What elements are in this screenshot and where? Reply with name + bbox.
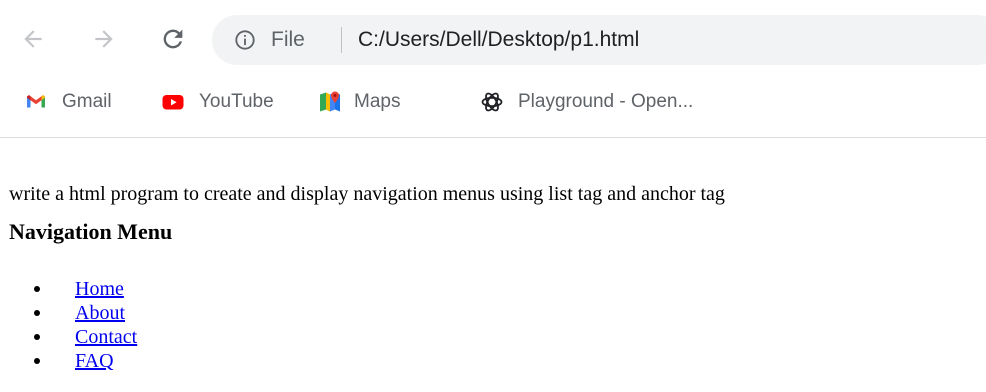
menu-item-about: About <box>0 301 137 325</box>
bookmarks-bar: Gmail YouTube Maps Playground - Open... <box>0 82 986 122</box>
scheme-label: File <box>271 28 305 51</box>
link-faq[interactable]: FAQ <box>75 350 114 372</box>
intro-text: write a html program to create and displ… <box>9 183 725 205</box>
page-content: write a html program to create and displ… <box>0 138 986 392</box>
link-contact[interactable]: Contact <box>75 326 137 348</box>
page-title: Navigation Menu <box>9 219 173 244</box>
back-button[interactable] <box>18 24 48 54</box>
info-icon[interactable] <box>234 29 256 51</box>
reload-button[interactable] <box>158 24 188 54</box>
bookmark-label: YouTube <box>199 91 274 112</box>
reload-icon <box>163 29 183 49</box>
bookmark-youtube[interactable]: YouTube <box>161 82 274 122</box>
bullet-icon <box>34 286 40 292</box>
link-home[interactable]: Home <box>75 278 124 300</box>
bookmark-maps[interactable]: Maps <box>318 82 400 122</box>
browser-chrome: File C:/Users/Dell/Desktop/p1.html Gmail… <box>0 0 986 138</box>
forward-button[interactable] <box>89 24 119 54</box>
bookmark-label: Gmail <box>62 91 112 112</box>
navigation-menu: Home About Contact FAQ <box>0 277 137 373</box>
arrow-right-icon <box>95 30 113 48</box>
address-separator <box>341 27 342 53</box>
gmail-icon <box>27 95 45 108</box>
bookmark-playground[interactable]: Playground - Open... <box>480 82 693 122</box>
maps-icon <box>320 91 340 112</box>
menu-item-contact: Contact <box>0 325 137 349</box>
link-about[interactable]: About <box>75 302 125 324</box>
url-text[interactable]: C:/Users/Dell/Desktop/p1.html <box>358 28 639 52</box>
bookmark-gmail[interactable]: Gmail <box>24 82 112 122</box>
bullet-icon <box>34 334 40 340</box>
bookmark-label: Maps <box>354 91 401 112</box>
youtube-icon <box>162 95 184 110</box>
menu-item-home: Home <box>0 277 137 301</box>
arrow-left-icon <box>24 30 42 48</box>
bookmark-label: Playground - Open... <box>518 91 694 112</box>
menu-item-faq: FAQ <box>0 349 137 373</box>
bullet-icon <box>34 358 40 364</box>
openai-icon <box>481 92 503 112</box>
bullet-icon <box>34 310 40 316</box>
address-bar[interactable]: File C:/Users/Dell/Desktop/p1.html <box>212 15 986 65</box>
